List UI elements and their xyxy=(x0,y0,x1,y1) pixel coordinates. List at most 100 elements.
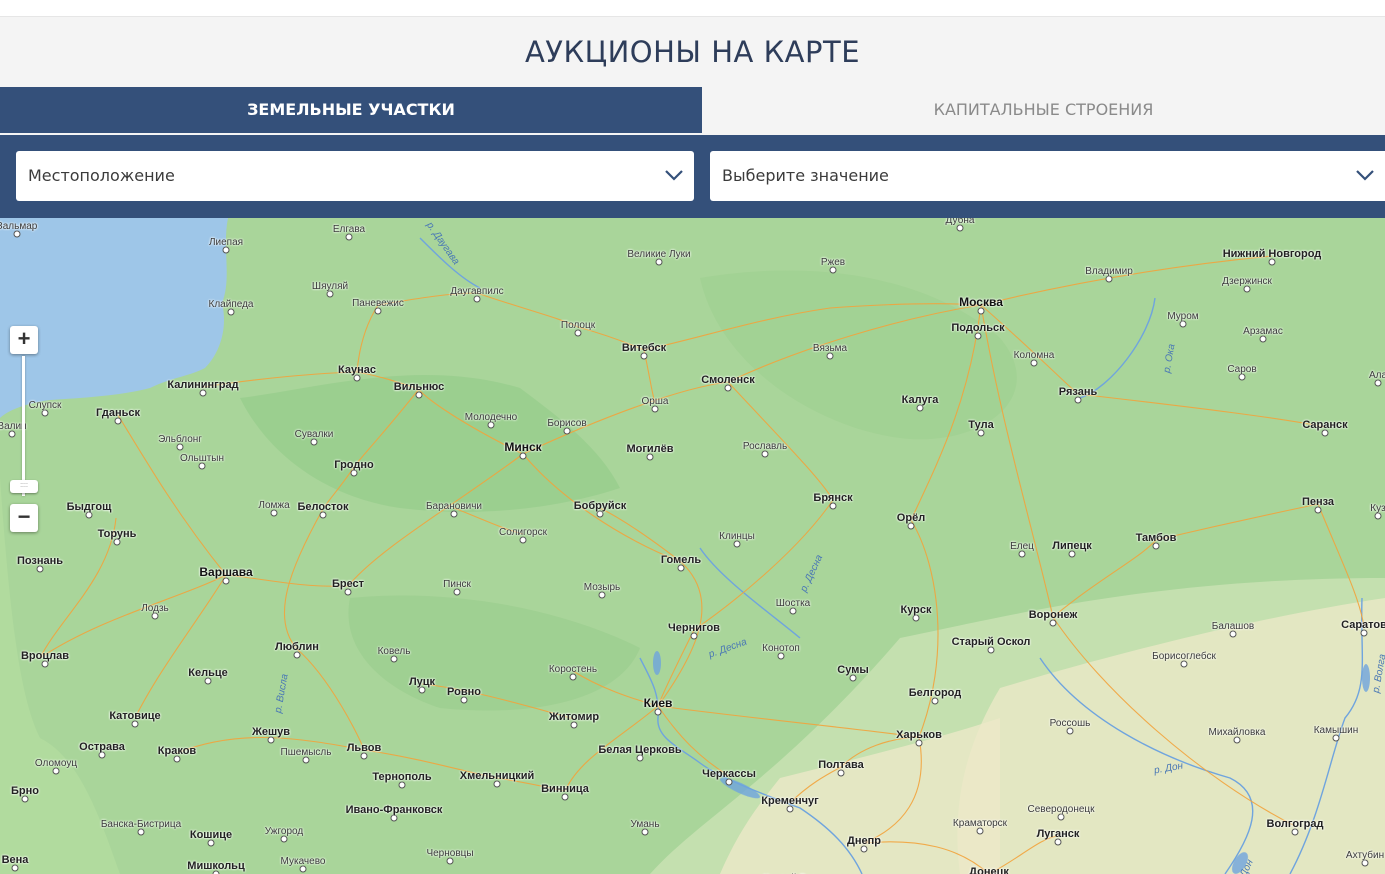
city-label: Арзамас xyxy=(1243,326,1283,337)
city-label: Хмельницкий xyxy=(459,770,535,782)
city-label: Могилёв xyxy=(626,443,674,455)
map-view[interactable]: Лиепая Елгава Шяуляй Паневежис Даугавпилс Кла… xyxy=(0,218,1385,874)
city-label: Подольск xyxy=(951,322,1005,334)
tab-bar: ЗЕМЕЛЬНЫЕ УЧАСТКИ КАПИТАЛЬНЫЕ СТРОЕНИЯ xyxy=(0,87,1385,133)
city-label: Харьков xyxy=(896,729,942,741)
city-label: Северодонецк xyxy=(1027,804,1095,815)
city-label: Черновцы xyxy=(426,848,474,859)
city-label: Сумы xyxy=(837,664,869,676)
city-label: Белая Церковь xyxy=(598,744,682,756)
city-label: Елгава xyxy=(332,224,366,235)
city-label: Белгород xyxy=(908,687,962,699)
city-label: Жешув xyxy=(251,726,291,738)
city-label: Дубна xyxy=(945,218,975,226)
city-label: Пинск xyxy=(443,579,471,590)
city-label: Ржев xyxy=(820,257,846,268)
city-label: Брест xyxy=(331,578,365,590)
city-label: Киев xyxy=(643,696,673,710)
city-label: Чернигов xyxy=(668,622,720,634)
city-label: Полоцк xyxy=(560,320,596,331)
city-label: Вроцлав xyxy=(20,650,70,662)
city-label: Тернополь xyxy=(372,771,432,783)
city-label: Саратов xyxy=(1341,619,1385,631)
city-label: Ровно xyxy=(447,686,481,698)
city-label: Пшемысль xyxy=(280,747,332,758)
tab-capital-buildings[interactable]: КАПИТАЛЬНЫЕ СТРОЕНИЯ xyxy=(702,87,1385,133)
value-select[interactable]: Выберите значение xyxy=(710,151,1385,201)
city-label: Ахтубин xyxy=(1345,850,1385,861)
city-label: Ломжа xyxy=(258,500,290,511)
zoom-slider-handle[interactable]: :::: xyxy=(10,480,38,493)
city-label: Воронеж xyxy=(1028,609,1078,621)
city-label: Житомир xyxy=(548,711,600,723)
city-label: Винница xyxy=(541,783,589,795)
city-label: Вена xyxy=(1,854,29,866)
location-select[interactable]: Местоположение xyxy=(16,151,694,201)
city-label: Ольштын xyxy=(179,453,225,464)
city-label: Минск xyxy=(504,440,542,454)
city-label: Клайпеда xyxy=(208,299,254,310)
chevron-down-icon xyxy=(1356,170,1374,181)
value-select-value: Выберите значение xyxy=(722,166,889,185)
city-label: Михайловка xyxy=(1208,727,1266,738)
city-label: Владимир xyxy=(1085,266,1133,277)
zoom-slider-track[interactable] xyxy=(22,356,25,496)
city-label: Рославль xyxy=(742,441,788,452)
city-label: Барановичи xyxy=(425,501,483,512)
city-label: Полтава xyxy=(818,759,864,771)
city-label: Елец xyxy=(1010,541,1034,552)
city-label: Волгоград xyxy=(1266,818,1324,830)
city-label: Молодечно xyxy=(464,412,518,423)
zoom-control: + :::: − xyxy=(10,326,38,532)
city-label: Мукачево xyxy=(280,856,326,867)
city-label: Камышин xyxy=(1313,725,1359,736)
city-label: Лиепая xyxy=(208,237,244,248)
zoom-out-button[interactable]: − xyxy=(10,504,38,532)
city-label: Москва xyxy=(959,295,1003,309)
city-label: Липецк xyxy=(1052,540,1092,552)
city-label: Торунь xyxy=(97,528,137,540)
city-label: Гомель xyxy=(660,554,702,566)
city-label: Курск xyxy=(900,604,932,616)
city-label: Краков xyxy=(157,745,197,757)
city-label: Вильнюс xyxy=(393,381,445,393)
location-select-value: Местоположение xyxy=(28,166,175,185)
city-label: Брянск xyxy=(813,492,853,504)
city-label: Черкассы xyxy=(702,768,756,780)
city-label: Острава xyxy=(79,741,125,753)
city-label: Каунас xyxy=(338,364,376,376)
city-label: Шяуляй xyxy=(311,281,349,292)
city-label: Коломна xyxy=(1013,350,1055,361)
city-label: Львов xyxy=(346,742,382,754)
city-label: Гданьск xyxy=(96,407,140,419)
city-label: Мишкольц xyxy=(187,860,245,872)
city-label: Коростень xyxy=(548,664,598,675)
city-label: Эльблонг xyxy=(158,434,202,445)
city-label: Клинцы xyxy=(719,531,755,542)
city-label: Даугавпилс xyxy=(450,286,504,297)
city-label: Калуга xyxy=(901,394,939,406)
city-label: Куз xyxy=(1370,503,1385,514)
zoom-in-button[interactable]: + xyxy=(10,326,38,354)
city-label: Конотоп xyxy=(762,643,800,654)
city-label: Саранск xyxy=(1302,419,1348,431)
city-label: Варшава xyxy=(199,565,253,579)
city-label: Зальмар xyxy=(0,221,38,232)
city-label: Витебск xyxy=(621,342,667,354)
city-label: Оломоуц xyxy=(34,758,78,769)
page-title: АУКЦИОНЫ НА КАРТЕ xyxy=(524,35,861,69)
city-label: Россошь xyxy=(1049,718,1091,729)
city-label: Познань xyxy=(16,555,64,567)
city-label: Лодзь xyxy=(141,603,169,614)
city-label: Слупск xyxy=(28,400,62,411)
city-label: Тамбов xyxy=(1135,532,1177,544)
filter-bar: Местоположение Выберите значение xyxy=(0,135,1385,218)
city-label: Борисоглебск xyxy=(1152,651,1216,662)
city-label: Паневежис xyxy=(352,298,404,309)
tab-land-plots[interactable]: ЗЕМЕЛЬНЫЕ УЧАСТКИ xyxy=(0,87,702,133)
city-label: Орёл xyxy=(896,512,926,524)
city-label: Смоленск xyxy=(701,374,755,386)
city-label: Муром xyxy=(1167,311,1199,322)
city-label: Шостка xyxy=(775,598,811,609)
city-label: Гродно xyxy=(334,459,374,471)
